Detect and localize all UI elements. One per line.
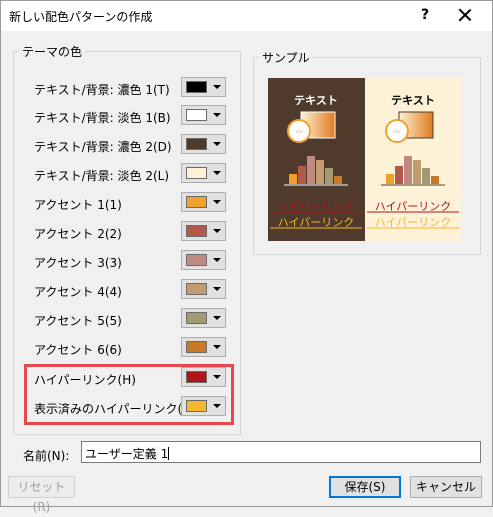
color-swatch [186,138,207,150]
sample-bar [298,166,306,184]
chevron-down-icon [213,287,221,291]
color-row-label: テキスト/背景: 淡色 2(L) [34,169,170,183]
sample-bar [307,156,315,184]
color-row-label: テキスト/背景: 濃色 1(T) [34,83,170,97]
color-picker-button[interactable] [181,308,226,328]
sample-dark-hyperlink: ハイパーリンク [278,200,355,213]
sample-bar [404,156,412,184]
color-swatch [186,283,207,295]
sample-light-bars [386,156,439,184]
color-swatch [186,81,207,93]
sample-bar [431,176,439,184]
sample-bar [413,160,421,184]
chevron-down-icon [213,345,221,349]
sample-light-visited-link: ハイパーリンク [375,216,452,229]
sample-bar [325,168,333,184]
sample-bar [386,174,394,184]
color-picker-button[interactable] [181,250,226,270]
name-label: 名前(N): [23,449,70,463]
title-bar: 新しい配色パターンの作成 ? [1,1,492,31]
close-button[interactable] [453,4,477,26]
color-row-label: アクセント 2(2) [34,227,122,241]
color-row-label: テキスト/背景: 濃色 2(D) [34,140,172,154]
color-picker-button[interactable] [181,221,226,241]
chevron-down-icon [213,229,221,233]
color-row-label: アクセント 5(5) [34,314,122,328]
svg-text:〰: 〰 [296,128,303,136]
color-picker-button[interactable] [181,279,226,299]
save-button[interactable]: 保存(S) [329,476,401,498]
sample-dark-visited-link: ハイパーリンク [278,216,355,229]
sample-dark-text: テキスト [294,94,338,107]
color-row-label: アクセント 3(3) [34,256,122,270]
sample-dark-bars [289,156,342,184]
sample-label: サンプル [259,49,313,66]
color-picker-button[interactable] [181,105,226,125]
chevron-down-icon [213,142,221,146]
svg-text:〰: 〰 [394,128,401,136]
name-input[interactable]: ユーザー定義 1 [81,441,481,463]
color-swatch [186,167,207,179]
sample-bar [334,176,342,184]
dialog-window: 新しい配色パターンの作成 ? テーマの色 テキスト/背景: 濃色 1(T) テキス… [0,0,493,514]
sample-bar [289,174,297,184]
chevron-down-icon [213,171,221,175]
color-swatch [186,312,207,324]
sample-bar [422,168,430,184]
color-swatch [186,254,207,266]
sample-light-hyperlink: ハイパーリンク [375,200,452,213]
cancel-button[interactable]: キャンセル [410,476,482,498]
color-picker-button[interactable] [181,77,226,97]
color-row-label: アクセント 1(1) [34,198,122,212]
color-swatch [186,196,207,208]
color-row-label: テキスト/背景: 淡色 1(B) [34,111,171,125]
color-swatch [186,109,207,121]
sample-bar [395,166,403,184]
chevron-down-icon [213,316,221,320]
chevron-down-icon [213,85,221,89]
chevron-down-icon [213,113,221,117]
sample-bar [316,160,324,184]
color-picker-button[interactable] [181,192,226,212]
sample-light-text: テキスト [391,94,435,107]
color-picker-button[interactable] [181,337,226,357]
name-input-value: ユーザー定義 1 [85,447,169,461]
sample-preview: テキスト 〰 ハイパーリンク ハイパーリンク テキスト 〰 ハイパーリンク ハイ… [268,78,462,241]
dialog-title: 新しい配色パターンの作成 [9,10,153,24]
color-picker-button[interactable] [181,163,226,183]
color-swatch [186,341,207,353]
color-swatch [186,225,207,237]
color-picker-button[interactable] [181,134,226,154]
theme-colors-label: テーマの色 [19,43,86,60]
reset-button[interactable]: リセット(R) [8,476,75,514]
highlight-box [24,364,234,425]
chevron-down-icon [213,258,221,262]
help-button[interactable]: ? [415,5,435,25]
color-row-label: アクセント 6(6) [34,343,122,357]
color-row-label: アクセント 4(4) [34,285,122,299]
chevron-down-icon [213,200,221,204]
sample-graphic: テキスト 〰 ハイパーリンク ハイパーリンク テキスト 〰 ハイパーリンク ハイ… [270,94,459,229]
